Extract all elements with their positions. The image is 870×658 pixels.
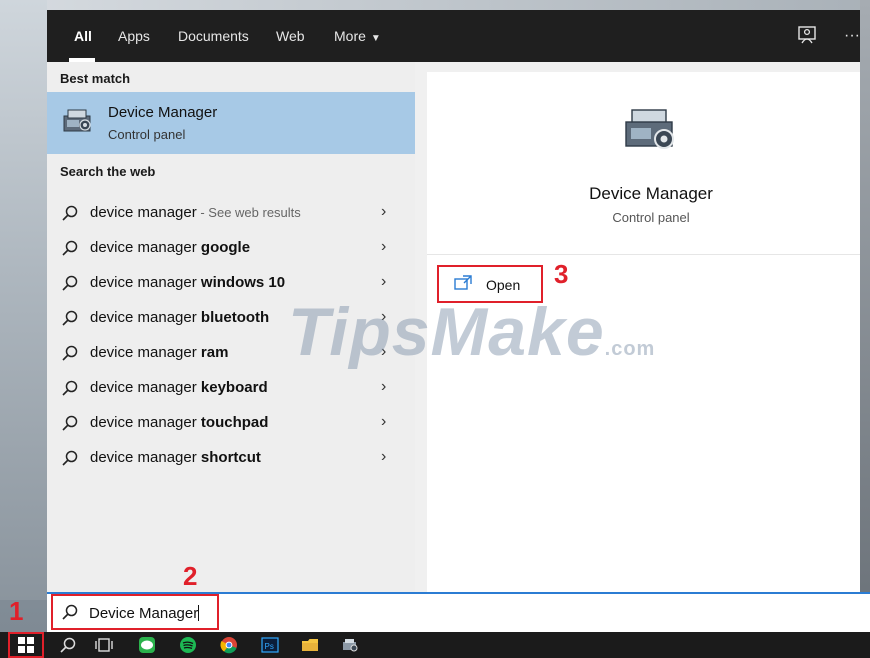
suggestion-hint: - See web results [196, 205, 301, 220]
tab-more[interactable]: More ▼ [334, 10, 381, 62]
taskbar-search-icon[interactable] [59, 636, 77, 654]
web-suggestion-text: device manager - See web results [90, 204, 301, 221]
device-manager-icon [63, 109, 91, 132]
best-match-heading: Best match [60, 71, 131, 86]
line-app-icon[interactable] [138, 636, 156, 654]
suggestion-bold: touchpad [200, 414, 269, 431]
tipsmake-watermark: TipsMake.com [288, 293, 655, 371]
watermark-suffix: .com [604, 338, 656, 360]
tab-all[interactable]: All [74, 10, 92, 62]
tab-documents-label: Documents [178, 28, 249, 44]
web-suggestion-item[interactable]: device manager google › [47, 231, 415, 266]
search-icon [62, 275, 78, 291]
search-web-heading: Search the web [60, 164, 156, 179]
suggestion-prefix: device manager [90, 204, 197, 221]
device-manager-large-icon [625, 109, 674, 149]
suggestion-prefix: device manager [90, 239, 201, 256]
search-icon [62, 380, 78, 396]
step-2-marker: 2 [183, 561, 198, 591]
chevron-right-icon[interactable]: › [381, 448, 386, 466]
chevron-right-icon[interactable]: › [381, 238, 386, 256]
chevron-right-icon[interactable]: › [381, 413, 386, 431]
step-1-marker: 1 [9, 596, 24, 626]
suggestion-bold: bluetooth [200, 309, 270, 326]
desktop-wallpaper-left [0, 0, 47, 600]
start-highlight-box [8, 632, 44, 658]
suggestion-bold: shortcut [200, 449, 261, 466]
search-tab-bar: All Apps Documents Web More ▼ ··· [47, 10, 870, 62]
chevron-right-icon[interactable]: › [381, 378, 386, 396]
open-external-icon [454, 275, 472, 290]
suggestion-bold: keyboard [200, 379, 268, 396]
detail-divider [427, 254, 870, 255]
web-suggestion-text: device manager touchpad [90, 414, 268, 431]
suggestion-prefix: device manager [90, 379, 201, 396]
search-icon [62, 205, 78, 221]
spotify-icon[interactable] [179, 636, 197, 654]
web-suggestion-text: device manager bluetooth [90, 309, 269, 326]
tab-web[interactable]: Web [276, 10, 305, 62]
tab-all-label: All [74, 28, 92, 44]
search-icon [62, 345, 78, 361]
desktop-wallpaper-top [0, 0, 870, 10]
svg-text:Ps: Ps [265, 642, 274, 651]
taskbar: Ps [0, 632, 870, 658]
tab-more-label: More [334, 28, 366, 44]
more-options-glyph: ··· [844, 27, 860, 44]
web-suggestion-text: device manager google [90, 239, 250, 256]
chevron-right-icon[interactable]: › [381, 273, 386, 291]
web-suggestion-item[interactable]: device manager - See web results › [47, 196, 415, 231]
web-suggestion-text: device manager windows 10 [90, 274, 285, 291]
detail-subtitle: Control panel [612, 210, 690, 225]
task-view-icon[interactable] [95, 636, 113, 654]
web-suggestion-item[interactable]: device manager keyboard › [47, 371, 415, 406]
caret-down-icon: ▼ [370, 33, 381, 44]
suggestion-prefix: device manager [90, 274, 201, 291]
feedback-icon[interactable] [795, 24, 819, 48]
best-match-item[interactable]: Device Manager Control panel [47, 92, 415, 154]
suggestion-bold: windows 10 [200, 274, 286, 291]
photoshop-icon[interactable]: Ps [261, 636, 279, 654]
open-button-label: Open [486, 277, 521, 293]
step-3-marker: 3 [554, 259, 569, 289]
tab-apps[interactable]: Apps [118, 10, 150, 62]
watermark-main: TipsMake [288, 294, 605, 370]
desktop-wallpaper-right [860, 0, 870, 600]
tab-documents[interactable]: Documents [178, 10, 249, 62]
tab-web-label: Web [276, 28, 305, 44]
suggestion-prefix: device manager [90, 309, 201, 326]
suggestion-prefix: device manager [90, 344, 201, 361]
search-icon [62, 240, 78, 256]
best-match-subtitle: Control panel [108, 127, 186, 142]
web-suggestion-text: device manager keyboard [90, 379, 268, 396]
suggestion-bold: ram [200, 344, 229, 361]
feedback-icon-svg [798, 26, 816, 44]
suggestion-bold: google [200, 239, 251, 256]
search-icon [62, 310, 78, 326]
web-suggestion-text: device manager ram [90, 344, 228, 361]
chrome-icon[interactable] [220, 636, 238, 654]
search-icon [62, 415, 78, 431]
suggestion-prefix: device manager [90, 449, 201, 466]
detail-title: Device Manager [589, 184, 713, 203]
best-match-title: Device Manager [108, 104, 218, 121]
device-manager-taskbar-icon[interactable] [341, 636, 359, 654]
suggestion-prefix: device manager [90, 414, 201, 431]
tab-apps-label: Apps [118, 28, 150, 44]
web-suggestion-item[interactable]: device manager touchpad › [47, 406, 415, 441]
web-suggestion-item[interactable]: device manager shortcut › [47, 441, 415, 476]
search-icon [62, 450, 78, 466]
chevron-right-icon[interactable]: › [381, 203, 386, 221]
web-suggestion-text: device manager shortcut [90, 449, 261, 466]
search-highlight-box [51, 594, 219, 630]
file-explorer-icon[interactable] [301, 636, 319, 654]
